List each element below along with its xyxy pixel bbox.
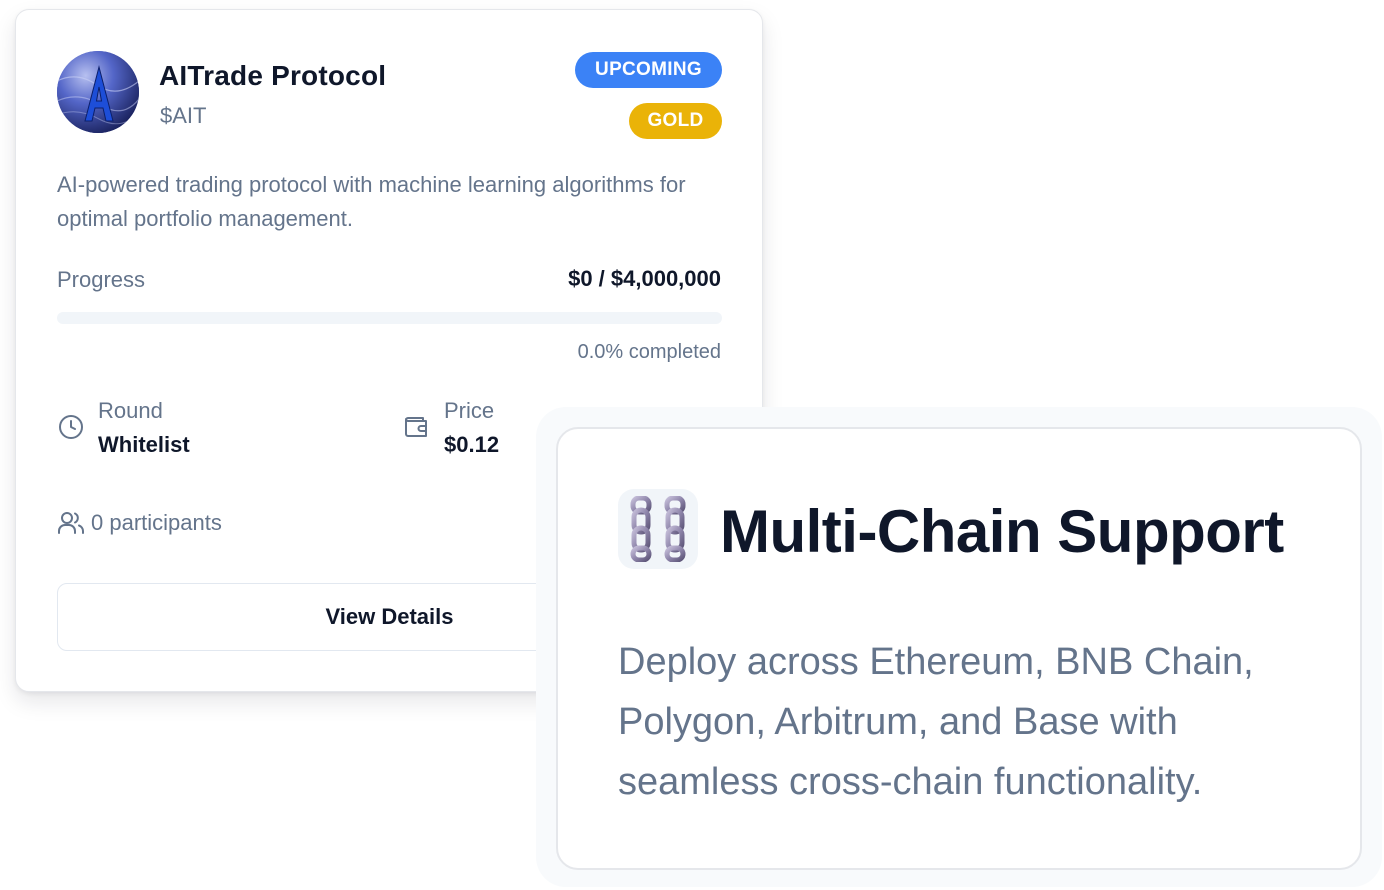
page: AITrade Protocol $AIT UPCOMING GOLD AI-p… bbox=[0, 0, 1384, 890]
participants-count: 0 participants bbox=[91, 510, 222, 535]
project-avatar bbox=[57, 51, 139, 133]
project-description: AI-powered trading protocol with machine… bbox=[57, 172, 686, 231]
project-name: AITrade Protocol bbox=[159, 60, 387, 91]
progress-label: Progress bbox=[57, 267, 146, 292]
wallet-icon bbox=[403, 413, 431, 441]
clock-icon bbox=[57, 413, 85, 441]
progress-percent: 0.0% completed bbox=[577, 341, 721, 363]
round-label: Round bbox=[98, 398, 163, 423]
feature-title: Multi-Chain Support bbox=[720, 498, 1284, 565]
project-ticker: $AIT bbox=[160, 103, 207, 128]
feature-card: Multi-Chain Support Deploy across Ethere… bbox=[556, 427, 1362, 870]
chain-link-icon bbox=[618, 489, 698, 569]
aitrade-logo-icon bbox=[57, 51, 139, 133]
status-badge: UPCOMING bbox=[575, 52, 722, 88]
price-value: $0.12 bbox=[444, 432, 500, 457]
tier-badge: GOLD bbox=[629, 103, 722, 139]
price-label: Price bbox=[444, 398, 495, 423]
users-icon bbox=[57, 509, 85, 537]
feature-description: Deploy across Ethereum, BNB Chain, Polyg… bbox=[618, 641, 1254, 803]
progress-raised: $0 / $4,000,000 bbox=[568, 266, 721, 291]
progress-bar bbox=[57, 312, 722, 324]
round-value: Whitelist bbox=[98, 432, 190, 457]
